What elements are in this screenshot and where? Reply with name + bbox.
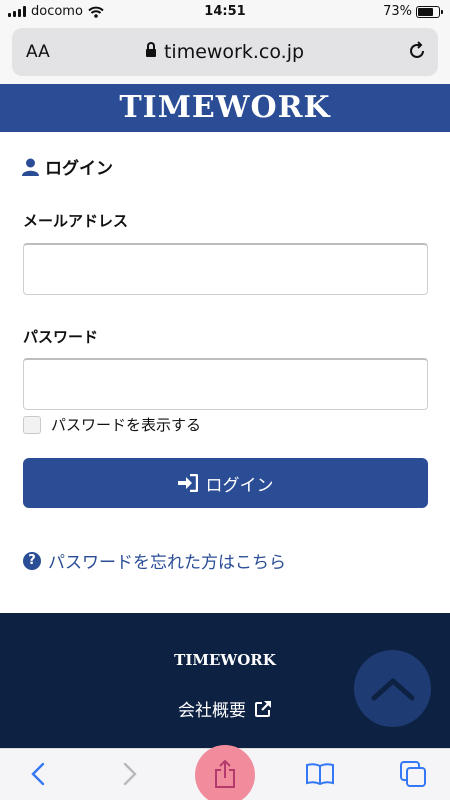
site-header: TIMEWORK bbox=[0, 84, 450, 132]
url-display[interactable]: timework.co.jp bbox=[12, 41, 438, 63]
company-link-text: 会社概要 bbox=[178, 701, 246, 721]
browser-address-bar: AA timework.co.jp bbox=[0, 24, 450, 84]
reload-icon[interactable] bbox=[406, 40, 428, 62]
login-heading: ログイン bbox=[22, 154, 113, 179]
external-link-icon bbox=[254, 700, 272, 723]
bookmarks-icon bbox=[306, 763, 334, 786]
status-bar: docomo 14:51 73% bbox=[0, 0, 450, 24]
site-logo[interactable]: TIMEWORK bbox=[0, 90, 450, 125]
password-label: パスワード bbox=[23, 328, 99, 346]
chevron-up-icon bbox=[371, 678, 414, 700]
url-field[interactable]: AA timework.co.jp bbox=[12, 28, 438, 76]
url-text: timework.co.jp bbox=[163, 41, 305, 63]
login-heading-text: ログイン bbox=[45, 159, 113, 179]
question-icon: ? bbox=[23, 551, 41, 570]
forgot-password-link[interactable]: ? パスワードを忘れた方はこちら bbox=[23, 548, 286, 573]
forward-icon bbox=[123, 762, 137, 786]
forgot-password-text: パスワードを忘れた方はこちら bbox=[48, 553, 286, 573]
share-icon bbox=[215, 759, 235, 788]
tabs-button[interactable] bbox=[393, 758, 433, 790]
login-button-label: ログイン bbox=[205, 475, 274, 496]
battery-icon bbox=[416, 5, 443, 18]
password-field[interactable] bbox=[23, 358, 428, 410]
lock-icon bbox=[145, 42, 156, 57]
back-icon bbox=[31, 762, 45, 786]
sign-in-icon bbox=[177, 474, 198, 492]
status-right: 73% bbox=[383, 4, 443, 19]
back-to-top-button[interactable] bbox=[354, 650, 431, 727]
bookmarks-button[interactable] bbox=[300, 758, 340, 790]
user-icon bbox=[22, 158, 39, 176]
tabs-icon bbox=[400, 761, 426, 787]
show-password-row[interactable]: パスワードを表示する bbox=[23, 414, 201, 435]
email-label: メールアドレス bbox=[23, 212, 129, 230]
email-field[interactable] bbox=[23, 243, 428, 295]
forward-button[interactable] bbox=[110, 758, 150, 790]
show-password-label[interactable]: パスワードを表示する bbox=[51, 414, 201, 435]
share-button[interactable] bbox=[205, 758, 245, 790]
login-button[interactable]: ログイン bbox=[23, 458, 428, 508]
show-password-checkbox[interactable] bbox=[23, 415, 41, 434]
battery-percent: 73% bbox=[383, 4, 412, 19]
back-button[interactable] bbox=[18, 758, 58, 790]
